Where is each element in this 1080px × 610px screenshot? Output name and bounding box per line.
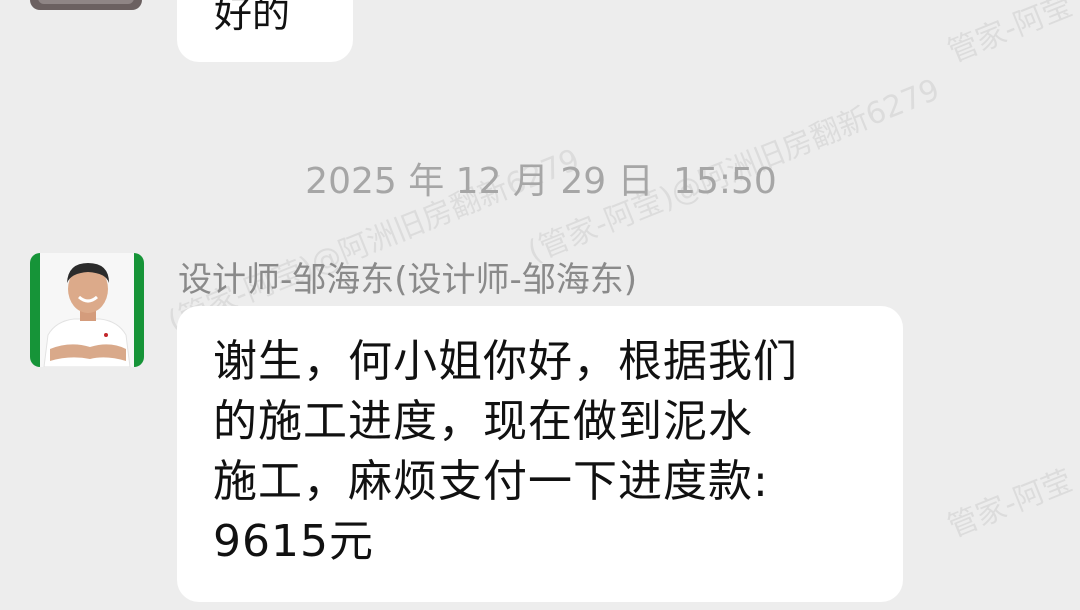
avatar-photo-icon <box>40 253 134 367</box>
message-timestamp: 2025 年 12 月 29 日 15:50 <box>0 152 1080 204</box>
sender-avatar[interactable] <box>30 253 144 367</box>
message-text: 好的 <box>214 0 291 36</box>
avatar[interactable] <box>30 0 142 10</box>
message-text: 谢生，何小姐你好，根据我们 的施工进度，现在做到泥水 施工，麻烦支付一下进度款:… <box>213 332 873 572</box>
watermark: 管家-阿莹 <box>942 463 1078 545</box>
message-line: 9615元 <box>213 516 374 567</box>
timestamp-time: 15:50 <box>673 161 777 202</box>
message-line: 的施工进度，现在做到泥水 <box>213 396 753 447</box>
sender-name: 设计师-邹海东(设计师-邹海东) <box>178 260 638 300</box>
message-line: 谢生，何小姐你好，根据我们 <box>213 336 798 387</box>
watermark: 管家-阿莹 <box>942 0 1078 70</box>
message-line: 施工，麻烦支付一下进度款: <box>213 456 769 507</box>
chat-screen: 管家-阿莹 (管家-阿莹)@阿洲旧房翻新6279 (管家-阿莹)@阿洲旧房翻新6… <box>0 0 1080 610</box>
timestamp-date: 2025 年 12 月 29 日 <box>305 161 654 202</box>
